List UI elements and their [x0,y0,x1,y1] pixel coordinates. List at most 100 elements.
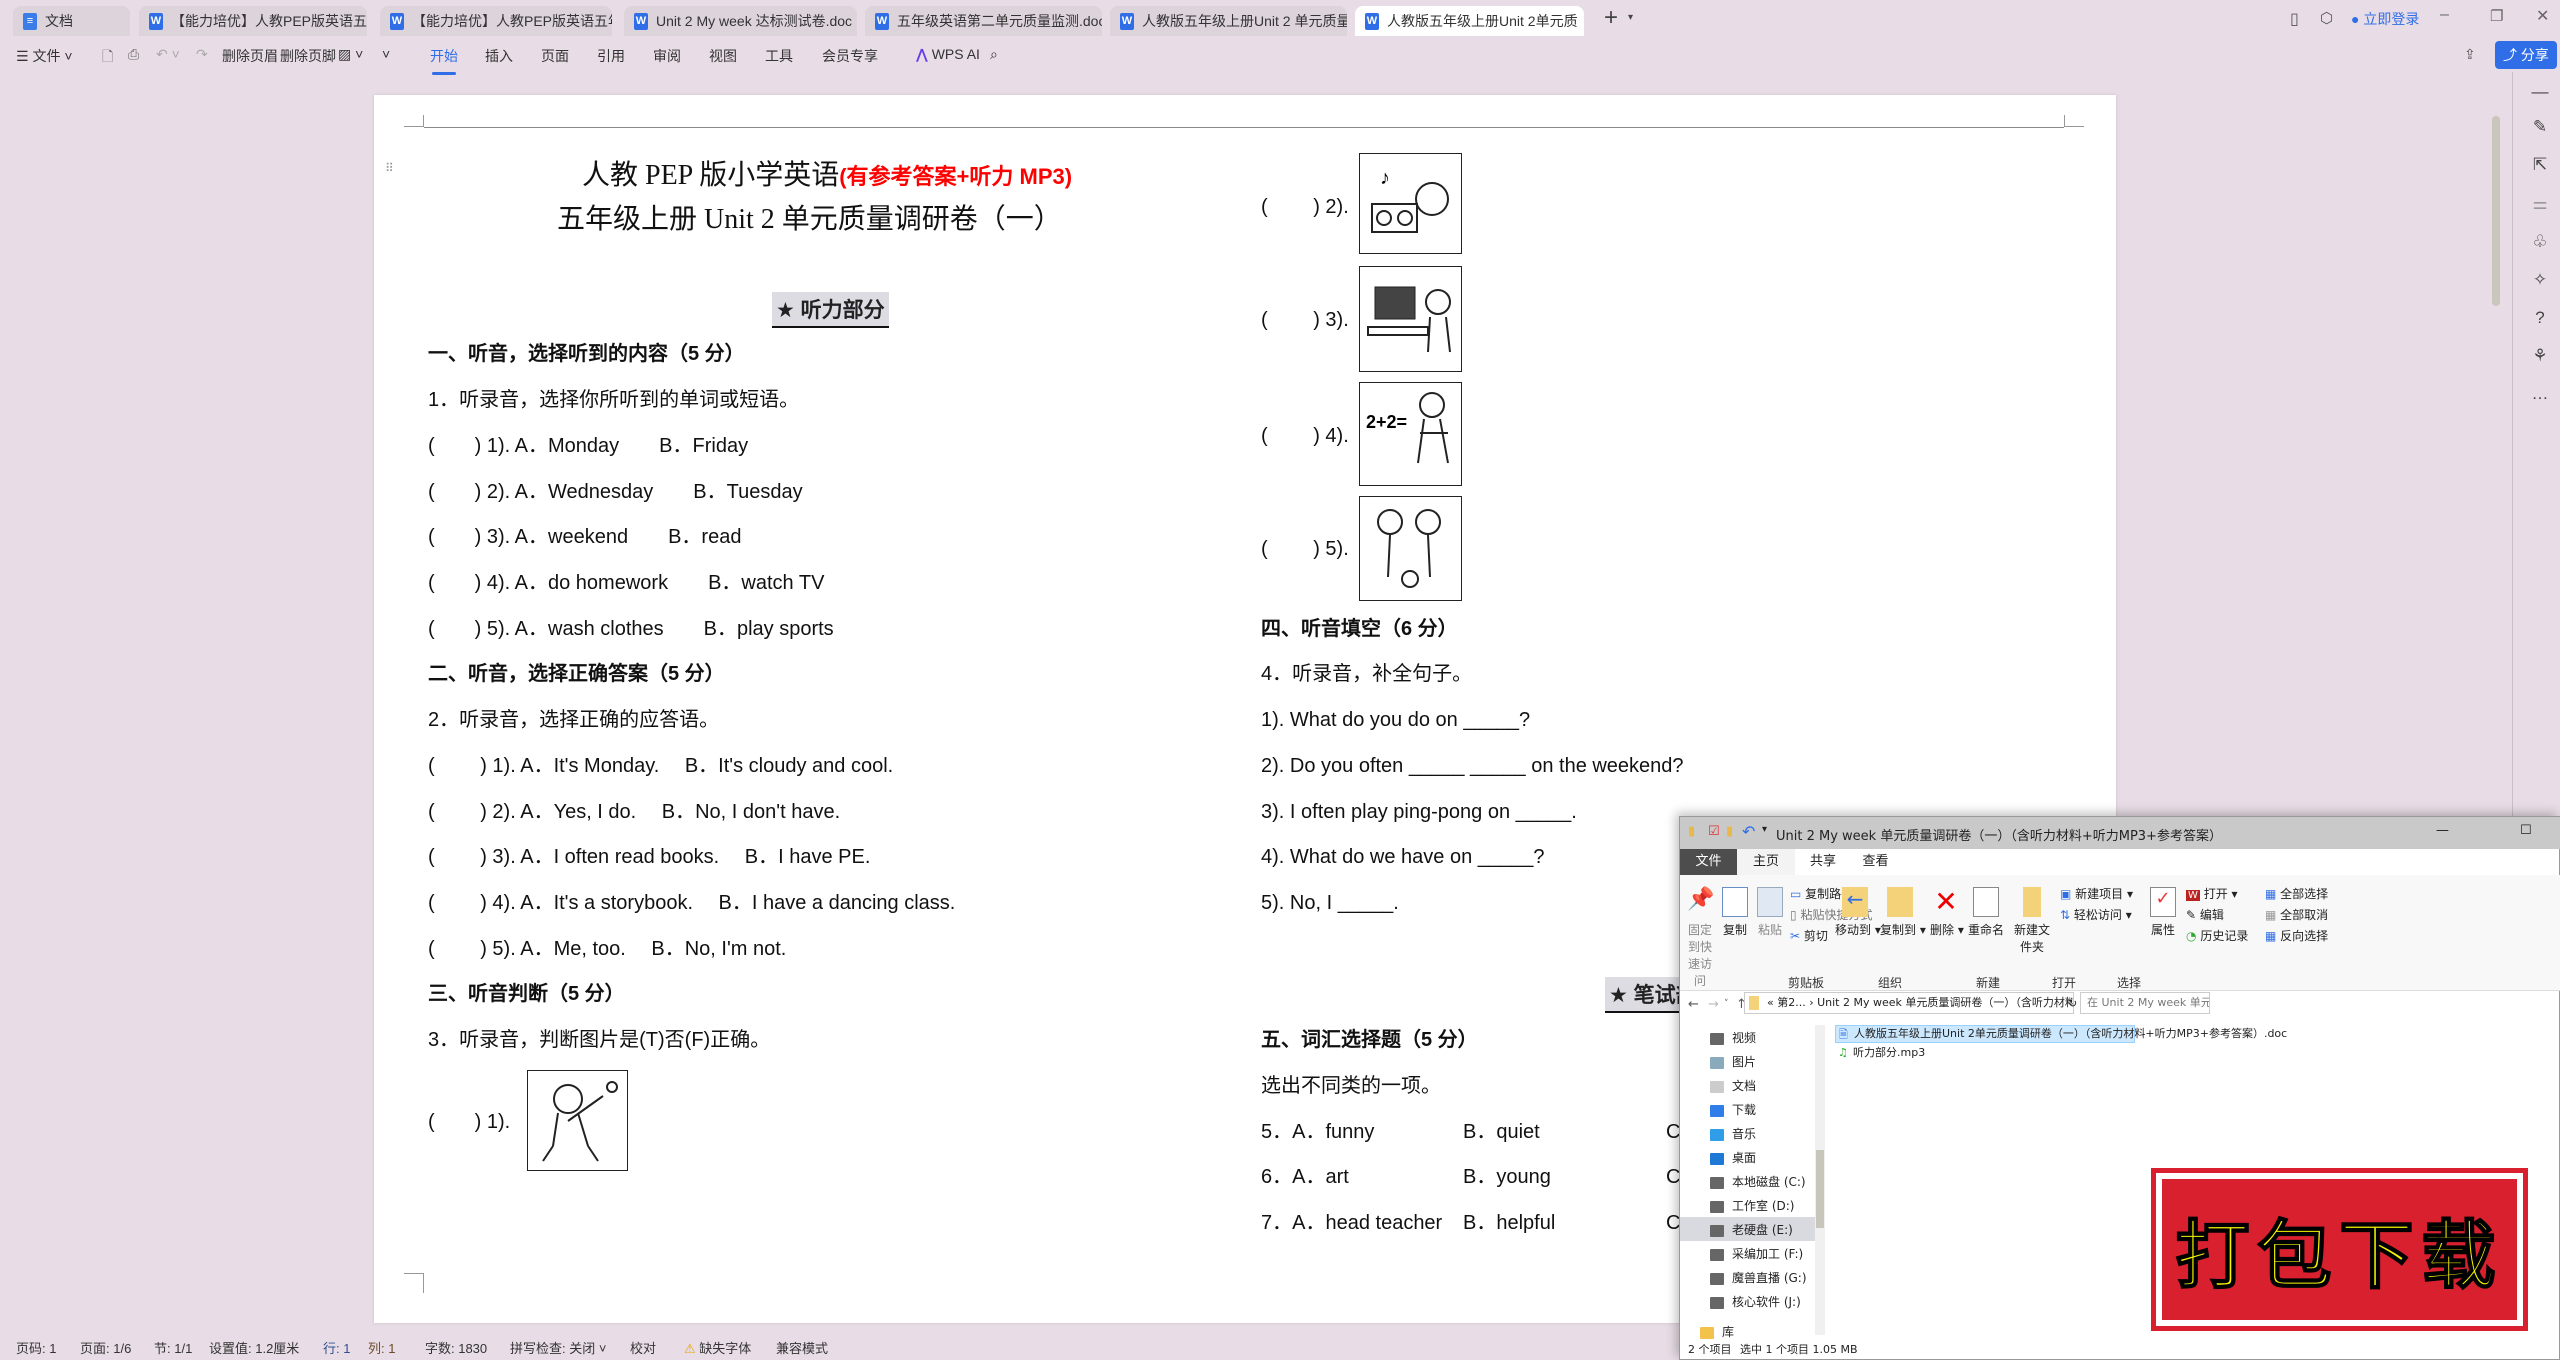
copy-button[interactable]: 复制 [1720,887,1750,938]
file-item-selected[interactable]: 🗎 人教版五年级上册Unit 2单元质量调研卷（一）（含听力材料+听力MP3+参考… [1835,1025,2287,1043]
nav-item-drive-g[interactable]: 魔兽直播 (G:) [1710,1269,1807,1286]
window-layout-icon[interactable]: ▯ [2290,9,2299,29]
menu-review[interactable]: 审阅 [653,46,681,66]
undo-icon[interactable]: ↶ ˅ [156,46,180,63]
tab-doc-4[interactable]: W 五年级英语第二单元质量监测.doc [865,6,1102,36]
explorer-tab-home[interactable]: 主页 [1737,849,1795,875]
tab-doc-2[interactable]: W 【能力培优】人教PEP版英语五年级上 [380,6,612,36]
open-button[interactable]: W 打开 ▾ [2186,885,2238,902]
nav-item-drive-j[interactable]: 核心软件 (J:) [1710,1293,1801,1310]
nav-item-videos[interactable]: 视频 [1710,1029,1756,1046]
delete-button[interactable]: ✕ 删除 ▾ [1930,887,1964,938]
drag-handle-icon[interactable]: ⠿ [385,161,394,175]
tab-docs[interactable]: ≡ 文档 [13,6,130,36]
cloud-upload-icon[interactable]: ⇪ [2464,46,2476,63]
nav-item-pictures[interactable]: 图片 [1710,1053,1756,1070]
pin-quick-access-button[interactable]: 📌 固定到快速访问 [1684,887,1716,989]
minimize-button[interactable]: – [2440,6,2449,24]
help-icon[interactable]: ? [2528,308,2552,328]
menu-member[interactable]: 会员专享 [822,46,878,66]
search-icon[interactable]: ⌕ [990,46,998,63]
select-none-button[interactable]: ▦ 全部取消 [2265,906,2328,923]
invert-selection-button[interactable]: ▦ 反向选择 [2265,927,2328,944]
minimize-button[interactable]: — [2436,823,2449,838]
border-style-icon[interactable]: ▨ ˅ [338,46,363,63]
paste-button[interactable]: 粘贴 [1755,887,1785,938]
pen-icon[interactable]: ✎ [2528,117,2552,137]
save-icon[interactable]: 🗋 [102,46,113,70]
missing-font-button[interactable]: ⚠ 缺失字体 [684,1338,751,1357]
nav-item-drive-d[interactable]: 工作室 (D:) [1710,1197,1794,1214]
address-bar[interactable]: « 第2... › Unit 2 My week 单元质量调研卷（一）（含听力材… [1744,992,2074,1014]
nav-item-downloads[interactable]: 下载 [1710,1101,1756,1118]
restore-button[interactable]: ❐ [2490,7,2503,25]
nav-item-music[interactable]: 音乐 [1710,1125,1756,1142]
menu-insert[interactable]: 插入 [485,46,513,66]
sliders-icon[interactable]: ⚌ [2528,194,2552,214]
nav-item-drive-f[interactable]: 采编加工 (F:) [1710,1245,1803,1262]
new-folder-button[interactable]: 新建文件夹 [2014,887,2050,955]
tools-icon[interactable]: ✧ [2528,270,2552,290]
tab-doc-active[interactable]: W人教版五年级上册Unit 2单元质✕ [1355,6,1584,36]
status-pages[interactable]: 页面: 1/6 [80,1338,131,1357]
delete-footer-button[interactable]: 删除页脚 [280,46,336,66]
login-button[interactable]: ● 立即登录 [2351,9,2419,29]
customize-chevron-icon[interactable]: ▾ [1762,824,1767,835]
properties-button[interactable]: ✓ 属性 [2148,887,2178,938]
forward-button[interactable]: → [1708,997,1719,1012]
undo-icon[interactable]: ↶ [1742,822,1755,841]
explorer-tab-file[interactable]: 文件 [1680,849,1737,875]
nav-item-desktop[interactable]: 桌面 [1710,1149,1756,1166]
tab-doc-5[interactable]: W 人教版五年级上册Unit 2 单元质量调研 [1110,6,1347,36]
close-window-button[interactable]: ✕ [2536,6,2549,26]
menu-home[interactable]: 开始 [430,46,458,75]
select-all-button[interactable]: ▦ 全部选择 [2265,885,2328,902]
new-item-button[interactable]: ▣ 新建项目 ▾ [2060,885,2133,902]
recent-chevron-icon[interactable]: ˅ [1724,999,1729,1009]
redo-icon[interactable]: ↷ [196,46,208,63]
back-button[interactable]: ← [1688,997,1699,1012]
nav-scrollbar[interactable] [1815,1025,1825,1335]
file-menu[interactable]: ☰ 文件 ˅ [16,46,73,66]
new-folder-quick-icon[interactable]: ▮ [1726,824,1733,839]
spell-check-dropdown[interactable]: 拼写检查: 关闭 ˅ [510,1338,606,1357]
theme-icon[interactable]: ⚘ [2528,346,2552,366]
chevron-down-icon[interactable]: ▾ [1628,12,1633,23]
search-input[interactable]: 在 Unit 2 My week 单元质量调研... [2080,992,2210,1014]
cube-icon[interactable]: ⬡ [2320,9,2333,27]
scrollbar-thumb[interactable] [1816,1150,1824,1228]
download-package-stamp[interactable]: 打包下载 [2151,1168,2528,1331]
proofread-button[interactable]: 校对 [630,1338,656,1357]
menu-reference[interactable]: 引用 [597,46,625,66]
nav-item-library[interactable]: 库 [1700,1323,1734,1340]
nav-item-drive-c[interactable]: 本地磁盘 (C:) [1710,1173,1806,1190]
rename-button[interactable]: 重命名 [1966,887,2006,938]
cursor-icon[interactable]: ⇱ [2528,155,2552,175]
delete-header-button[interactable]: 删除页眉 [222,46,278,66]
menu-tools[interactable]: 工具 [765,46,793,66]
more-icon[interactable]: … [2528,384,2552,404]
share-button[interactable]: ⤴ 分享 [2495,41,2557,69]
collapse-icon[interactable]: — [2528,82,2552,102]
easy-access-button[interactable]: ⇅ 轻松访问 ▾ [2060,906,2132,923]
print-icon[interactable]: ⎙ [128,46,139,63]
tab-doc-3[interactable]: W Unit 2 My week 达标测试卷.doc [624,6,857,36]
scrollbar-thumb[interactable] [2492,116,2500,306]
nav-item-drive-e[interactable]: 老硬盘 (E:) [1710,1221,1793,1238]
explorer-tab-view[interactable]: 查看 [1848,849,1903,875]
move-to-button[interactable]: ← 移动到 ▾ [1835,887,1881,938]
menu-page[interactable]: 页面 [541,46,569,66]
cut-button[interactable]: ✂ 剪切 [1790,927,1828,944]
style-icon[interactable]: ♧ [2528,232,2552,252]
maximize-button[interactable]: ☐ [2520,823,2532,838]
wps-ai-button[interactable]: ⋀ WPS AI [916,46,980,63]
edit-button[interactable]: ✎ 编辑 [2186,906,2224,923]
new-tab-button[interactable]: + [1604,4,1618,32]
status-word-count[interactable]: 字数: 1830 [425,1338,487,1357]
properties-quick-icon[interactable]: ☑ [1708,824,1720,839]
history-button[interactable]: ◔ 历史记录 [2186,927,2248,944]
copy-to-button[interactable]: 复制到 ▾ [1880,887,1926,938]
refresh-button[interactable]: ↻ [2068,997,2077,1010]
tab-doc-1[interactable]: W 【能力培优】人教PEP版英语五年级上 [139,6,367,36]
nav-item-documents[interactable]: 文档 [1710,1077,1756,1094]
